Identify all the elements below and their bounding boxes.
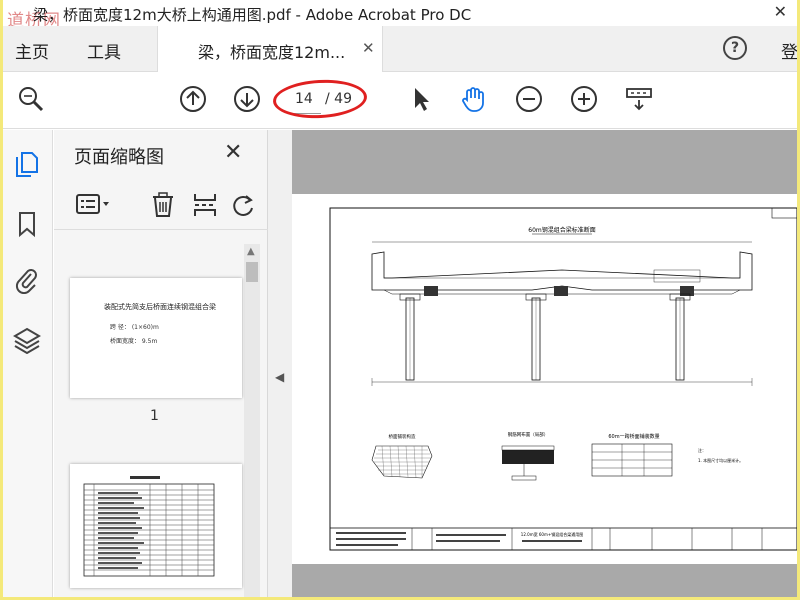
panel-close-button[interactable]: ✕ <box>224 140 242 165</box>
thumbnail-heading: 装配式先简支后桥面连续钢混组合梁 <box>104 303 216 311</box>
thumbnail-page-2[interactable] <box>70 464 242 588</box>
bookmarks-icon[interactable] <box>13 210 41 238</box>
thumbnail-scrollbar[interactable]: ▲ <box>244 244 260 597</box>
search-zoom-icon[interactable] <box>17 85 45 113</box>
document-view[interactable]: 60m钢混组合梁标准断面 桥面铺装构造 钢筋网布置（局部） 60m一跨桥面铺装数… <box>292 130 797 597</box>
title-bar: 道桥网 梁，桥面宽度12m大桥上构通用图.pdf - Adobe Acrobat… <box>3 0 797 31</box>
thumbnail-page-number: 1 <box>150 408 159 424</box>
zoom-in-icon[interactable] <box>570 85 598 113</box>
highlight-annotation-circle <box>272 77 368 121</box>
note-label: 注： <box>698 447 706 453</box>
thumbnail-table-graphic <box>83 476 215 577</box>
panel-title: 页面缩略图 <box>74 147 164 168</box>
page-fit-icon[interactable] <box>625 85 653 113</box>
window-close-button[interactable]: ✕ <box>774 2 787 21</box>
next-page-icon[interactable] <box>233 85 261 113</box>
hand-tool-icon[interactable] <box>459 85 487 113</box>
previous-page-icon[interactable] <box>179 85 207 113</box>
layers-icon[interactable] <box>13 326 41 354</box>
attachments-icon[interactable] <box>13 266 41 294</box>
detail-title: 钢筋网布置（局部） <box>508 431 549 438</box>
page-thumbnails-icon[interactable] <box>13 150 41 178</box>
pdf-page: 60m钢混组合梁标准断面 桥面铺装构造 钢筋网布置（局部） 60m一跨桥面铺装数… <box>292 194 797 564</box>
main-toolbar: 14 / 49 <box>3 73 797 129</box>
panel-collapse-strip[interactable]: ◀ <box>268 130 292 597</box>
table-title: 60m一跨桥面铺装数量 <box>608 433 659 440</box>
acrobat-window: 道桥网 梁，桥面宽度12m大桥上构通用图.pdf - Adobe Acrobat… <box>3 0 797 597</box>
sign-in-button[interactable]: 登 <box>781 38 797 63</box>
scroll-up-arrow[interactable]: ▲ <box>247 246 255 257</box>
detail-title: 桥面铺装构造 <box>389 433 416 440</box>
home-tab[interactable]: 主页 <box>15 38 49 63</box>
navigation-rail <box>3 130 53 597</box>
thumbnail-toolbar <box>54 180 268 230</box>
thumbnail-line: 跨 径： (1×60)m <box>110 324 159 331</box>
document-tab-close-button[interactable]: ✕ <box>362 39 375 57</box>
thumbnail-page-1[interactable]: 装配式先简支后桥面连续钢混组合梁 跨 径： (1×60)m 桥面宽度： 9.5m <box>70 278 242 398</box>
tools-tab[interactable]: 工具 <box>87 38 121 63</box>
scrollbar-thumb[interactable] <box>246 262 258 282</box>
rotate-page-icon[interactable] <box>232 192 256 218</box>
document-tab-label: 梁，桥面宽度12m... <box>198 43 346 62</box>
thumbnail-options-icon[interactable] <box>76 194 110 216</box>
thumbnail-line: 桥面宽度： 9.5m <box>110 338 158 345</box>
zoom-out-icon[interactable] <box>515 85 543 113</box>
document-tab[interactable]: 梁，桥面宽度12m... ✕ <box>157 26 383 72</box>
collapse-panel-arrow[interactable]: ◀ <box>275 370 284 384</box>
tab-bar: 主页 工具 梁，桥面宽度12m... ✕ ? 登 <box>3 26 797 72</box>
note-text: 1. 本图尺寸均以厘米计。 <box>698 457 743 463</box>
window-title: 梁，桥面宽度12m大桥上构通用图.pdf - Adobe Acrobat Pro… <box>33 6 472 24</box>
title-block-text: 12.0m宽 60m+钢混组合梁通用图 <box>521 531 583 537</box>
select-cursor-icon[interactable] <box>407 85 435 113</box>
engineering-drawing: 60m钢混组合梁标准断面 桥面铺装构造 钢筋网布置（局部） 60m一跨桥面铺装数… <box>329 207 797 551</box>
section-title: 60m钢混组合梁标准断面 <box>528 226 595 234</box>
insert-page-icon[interactable] <box>192 192 218 218</box>
help-button[interactable]: ? <box>723 36 747 60</box>
delete-page-icon[interactable] <box>150 192 176 218</box>
page-thumbnails-panel: 页面缩略图 ✕ ▲ 装配式先简支后桥面连续钢混组合梁 跨 径： (1×60)m … <box>54 130 268 597</box>
